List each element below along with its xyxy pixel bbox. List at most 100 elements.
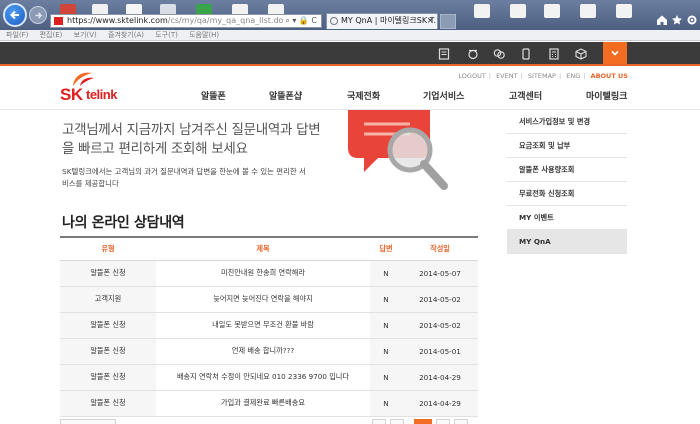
document-icon <box>438 48 450 60</box>
box-icon <box>575 48 587 60</box>
browser-menu-bar: 파일(F) 편집(E) 보기(V) 즐겨찾기(A) 도구(T) 도움말(H) <box>0 30 700 41</box>
cell-answer: N <box>370 286 402 313</box>
pager-prev-button[interactable] <box>372 419 386 424</box>
divider: | <box>520 72 523 80</box>
browser-tab[interactable]: MY QnA | 마이텔링크SK T... × <box>326 13 438 29</box>
quick-menu-button-4[interactable] <box>518 46 534 62</box>
event-link[interactable]: EVENT <box>496 72 518 80</box>
column-header-date: 작성일 <box>402 236 478 261</box>
menu-file[interactable]: 파일(F) <box>6 31 28 39</box>
column-header-type: 유형 <box>60 236 156 261</box>
taskbar-icon <box>544 4 560 18</box>
quick-menu-toggle[interactable] <box>603 42 627 64</box>
forward-arrow-icon <box>35 11 42 19</box>
cell-answer: N <box>370 260 402 287</box>
cell-title-link[interactable]: 늦어지면 늦어진다 연락을 해야지 <box>156 286 370 313</box>
table-row[interactable]: 알뜰폰 신청 내일도 못받으면 무조건 환불 바람 N 2014-05-02 <box>60 312 478 339</box>
menu-help[interactable]: 도움말(H) <box>189 31 219 39</box>
home-icon[interactable] <box>656 14 668 26</box>
side-nav-item-billing[interactable]: 요금조회 및 납부 <box>507 134 627 158</box>
phone-icon <box>468 49 478 60</box>
settings-gear-icon[interactable] <box>686 14 698 26</box>
nav-item-customer-center[interactable]: 고객센터 <box>509 89 542 102</box>
logout-link[interactable]: LOGOUT <box>458 72 485 80</box>
table-row[interactable]: 고객지원 늦어지면 늦어진다 연락을 해야지 N 2014-05-02 <box>60 286 478 313</box>
url-path: /cs/my/qa/my_qa_qna_list.do <box>167 16 284 25</box>
toolbar-accent-line <box>0 64 700 66</box>
browser-title-bar: https://www.sktelink.com/cs/my/qa/my_qa_… <box>0 0 700 30</box>
sitemap-link[interactable]: SITEMAP <box>528 72 556 80</box>
address-bar-tools[interactable]: ⌕ ▾ 🔒 C <box>285 15 317 27</box>
cell-answer: N <box>370 312 402 339</box>
url-domain: https://www.sktelink.com <box>67 16 168 25</box>
cell-type: 알뜰폰 신청 <box>60 364 156 391</box>
cell-title-link[interactable]: 가입과 결제완료 빠른배송요 <box>156 390 370 417</box>
cell-date: 2014-04-29 <box>402 364 478 391</box>
cell-type: 알뜰폰 신청 <box>60 338 156 365</box>
pager-last-button[interactable] <box>454 419 468 424</box>
eng-link[interactable]: ENG <box>566 72 580 80</box>
menu-tools[interactable]: 도구(T) <box>155 31 178 39</box>
about-us-link[interactable]: ABOUT US <box>591 72 628 80</box>
cell-title-link[interactable]: 내일도 못받으면 무조건 환불 바람 <box>156 312 370 339</box>
chevron-down-icon <box>611 50 619 56</box>
nav-item-mvno[interactable]: 알뜰폰 <box>201 89 226 102</box>
cell-type: 알뜰폰 신청 <box>60 390 156 417</box>
cell-type: 고객지원 <box>60 286 156 313</box>
side-nav-item-free-call[interactable]: 무료전화 신청조회 <box>507 182 627 206</box>
nav-item-business[interactable]: 기업서비스 <box>423 89 464 102</box>
nav-item-my-telink[interactable]: 마이텔링크 <box>586 89 627 102</box>
pager-current-page[interactable] <box>414 419 432 424</box>
quick-menu-button-6[interactable] <box>573 46 589 62</box>
utility-links: LOGOUT | EVENT | SITEMAP | ENG | ABOUT US <box>458 72 628 80</box>
menu-favorites[interactable]: 즐겨찾기(A) <box>108 31 144 39</box>
cell-date: 2014-05-02 <box>402 286 478 313</box>
calculator-icon <box>549 48 559 60</box>
favorites-star-icon[interactable] <box>671 14 683 26</box>
nav-item-mvno-shop[interactable]: 알뜰폰샵 <box>269 89 302 102</box>
quick-menu-button-3[interactable] <box>491 46 507 62</box>
side-nav-item-usage[interactable]: 알뜰폰 사용량조회 <box>507 158 627 182</box>
back-button[interactable] <box>3 3 27 27</box>
column-header-answer: 답변 <box>370 236 402 261</box>
table-header-row: 유형 제목 답변 작성일 <box>60 236 478 261</box>
side-nav-item-my-event[interactable]: MY 이벤트 <box>507 206 627 230</box>
mobile-icon <box>522 48 530 60</box>
loading-icon <box>330 17 338 25</box>
table-row[interactable]: 알뜰폰 신청 미친안내원 한송희 연락해라 N 2014-05-07 <box>60 260 478 287</box>
cell-date: 2014-05-01 <box>402 338 478 365</box>
cell-date: 2014-05-02 <box>402 312 478 339</box>
section-title: 나의 온라인 상담내역 <box>62 215 185 231</box>
back-arrow-icon <box>10 10 19 20</box>
cell-type: 알뜰폰 신청 <box>60 260 156 287</box>
quick-menu-button-2[interactable] <box>465 46 481 62</box>
pager-page-button[interactable] <box>390 419 404 424</box>
quick-menu-button-1[interactable] <box>436 46 452 62</box>
side-nav-item-my-qna[interactable]: MY QnA <box>507 230 627 254</box>
cell-title-link[interactable]: 언제 배송 합니까??? <box>156 338 370 365</box>
address-bar[interactable]: https://www.sktelink.com/cs/my/qa/my_qa_… <box>50 14 322 28</box>
cell-title-link[interactable]: 배송지 연락처 수정이 안되네요 010 2336 9700 입니다 <box>156 364 370 391</box>
table-row[interactable]: 알뜰폰 신청 배송지 연락처 수정이 안되네요 010 2336 9700 입니… <box>60 364 478 391</box>
quick-menu-button-5[interactable] <box>546 46 562 62</box>
menu-view[interactable]: 보기(V) <box>74 31 97 39</box>
cell-date: 2014-05-07 <box>402 260 478 287</box>
new-tab-button[interactable] <box>440 14 456 29</box>
qna-search-illustration <box>348 110 448 190</box>
tab-close-button[interactable]: × <box>426 14 434 28</box>
nav-item-intl-call[interactable]: 국제전화 <box>347 89 380 102</box>
tab-title: MY QnA | 마이텔링크SK T... <box>341 16 438 25</box>
side-nav-item-service-info[interactable]: 서비스가입정보 및 변경 <box>507 110 627 134</box>
divider: | <box>558 72 562 80</box>
intro-description: SK텔링크에서는 고객님의 과거 질문내역과 답변을 한눈에 볼 수 있는 편리… <box>62 167 306 188</box>
table-row[interactable]: 알뜰폰 신청 언제 배송 합니까??? N 2014-05-01 <box>60 338 478 365</box>
column-header-title: 제목 <box>156 236 370 261</box>
pager-next-button[interactable] <box>436 419 450 424</box>
table-row[interactable]: 알뜰폰 신청 가입과 결제완료 빠른배송요 N 2014-04-29 <box>60 390 478 417</box>
menu-edit[interactable]: 편집(E) <box>40 31 63 39</box>
taskbar-icon <box>580 4 596 18</box>
cell-title-link[interactable]: 미친안내원 한송희 연락해라 <box>156 260 370 287</box>
forward-button[interactable] <box>29 6 47 24</box>
list-button[interactable] <box>60 419 116 424</box>
side-nav: 서비스가입정보 및 변경 요금조회 및 납부 알뜰폰 사용량조회 무료전화 신청… <box>507 110 627 254</box>
